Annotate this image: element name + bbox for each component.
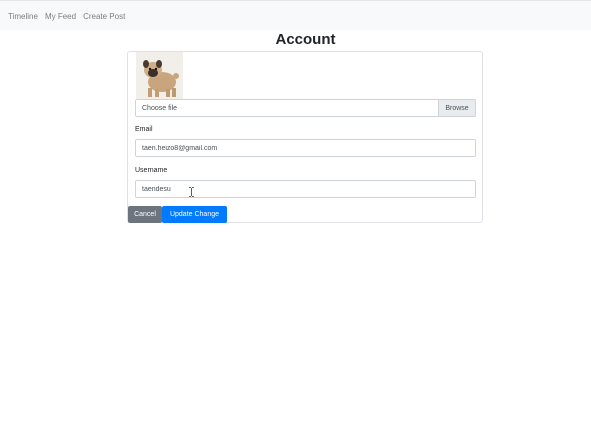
text-cursor-icon [189,187,194,197]
avatar [136,52,183,99]
username-label: Username [135,167,168,174]
top-navbar: Timeline My Feed Create Post [0,0,591,30]
cancel-button[interactable]: Cancel [128,206,162,223]
page-title: Account [275,31,336,48]
update-change-button[interactable]: Update Change [162,206,227,223]
nav-link-timeline[interactable]: Timeline [8,12,38,21]
email-field[interactable] [135,139,476,157]
email-label: Email [135,126,153,133]
username-field[interactable] [135,180,476,198]
file-label: Choose file [142,104,178,112]
pug-dog-photo [136,52,183,99]
nav-link-create-post[interactable]: Create Post [83,12,125,21]
nav-link-my-feed[interactable]: My Feed [45,12,76,21]
browse-button[interactable]: Browse [438,100,475,116]
nav-links: Timeline My Feed Create Post [8,12,125,21]
file-upload-field[interactable]: Choose file Browse [135,99,476,117]
